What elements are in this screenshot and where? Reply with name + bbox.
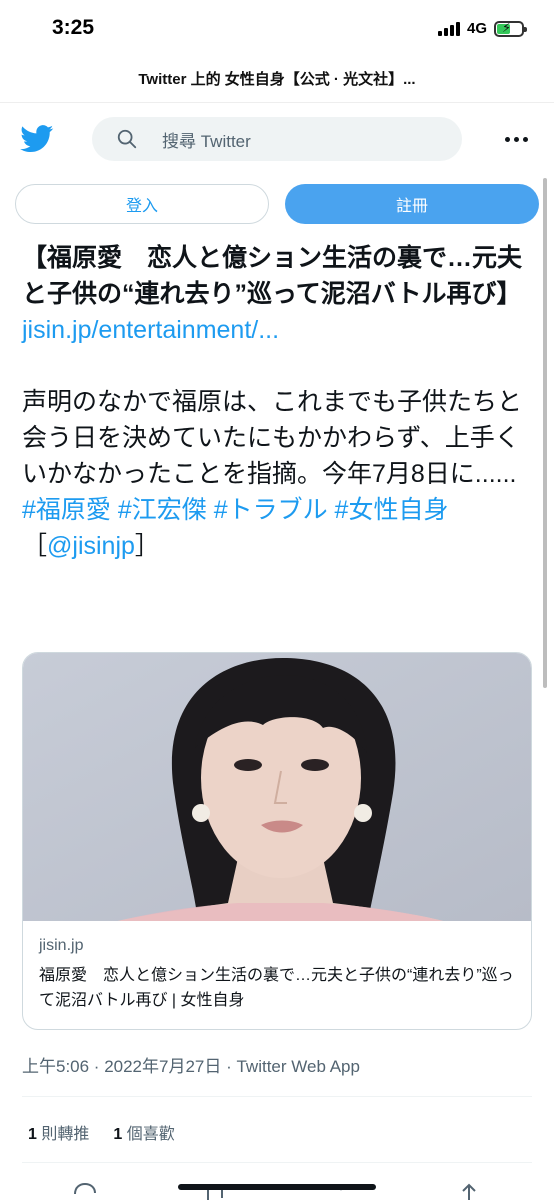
tweet-mention[interactable]: @jisinjp [47, 532, 135, 560]
twitter-header: 搜尋 Twitter [0, 102, 554, 170]
status-icons: 4G ⚡ [437, 20, 527, 37]
bracket-open: ［ [22, 532, 48, 560]
status-time: 3:25 [52, 16, 95, 39]
twitter-bird-icon[interactable] [20, 125, 54, 153]
tweet-stats: 1 則轉推 1 個喜歡 [28, 1120, 175, 1144]
likes-count: 1 [113, 1126, 123, 1143]
retweets-count: 1 [28, 1126, 37, 1143]
likes-stat[interactable]: 1 個喜歡 [113, 1120, 174, 1144]
card-title: 福原愛 恋人と億ション生活の裏で…元夫と子供の“連れ去り”巡って泥沼バトル再び … [39, 967, 514, 1009]
tweet-link[interactable]: jisin.jp/entertainment/... [22, 312, 532, 348]
tweet-timestamp[interactable]: 上午5:06 · 2022年7月27日 · Twitter Web App [22, 1052, 360, 1077]
cellular-signal-icon [437, 21, 460, 36]
divider [22, 1162, 532, 1163]
card-photo [23, 653, 531, 921]
more-options-icon[interactable] [505, 137, 528, 142]
network-type: 4G [466, 20, 487, 37]
tweet-body: 声明のなかで福原は、これまでも子供たちと会う日を決めていたにもかかわらず、上手く… [22, 388, 523, 488]
status-bar: 3:25 4G ⚡ [0, 0, 554, 62]
reply-icon[interactable] [72, 1182, 98, 1200]
login-button[interactable]: 登入 [15, 184, 269, 224]
card-domain: jisin.jp [39, 937, 84, 954]
divider [22, 1096, 532, 1097]
link-preview-card[interactable]: jisin.jp 福原愛 恋人と億ション生活の裏で…元夫と子供の“連れ去り”巡っ… [22, 652, 532, 1030]
search-icon [117, 129, 137, 149]
retweets-stat[interactable]: 1 則轉推 [28, 1120, 89, 1144]
bracket-close: ］ [134, 532, 160, 560]
search-bar[interactable]: 搜尋 Twitter [92, 117, 462, 161]
home-indicator [178, 1184, 376, 1190]
tweet-headline: 【福原愛 恋人と億ション生活の裏で…元夫と子供の“連れ去り”巡って泥沼バトル再び… [22, 244, 523, 308]
likes-label: 個喜歡 [126, 1126, 175, 1143]
page-title: Twitter 上的 女性自身【公式 · 光文社】... [138, 71, 416, 88]
tweet-content: 【福原愛 恋人と億ション生活の裏で…元夫と子供の“連れ去り”巡って泥沼バトル再び… [22, 240, 532, 564]
share-icon[interactable] [456, 1182, 482, 1200]
scrollbar[interactable] [543, 178, 547, 688]
retweets-label: 則轉推 [41, 1126, 90, 1143]
tweet-hashtags[interactable]: #福原愛 #江宏傑 #トラブル #女性自身 [22, 492, 532, 528]
tweet-mention-line: ［@jisinjp］ [22, 528, 532, 564]
battery-charging-icon: ⚡ [494, 20, 527, 37]
search-placeholder: 搜尋 Twitter [162, 131, 251, 151]
signup-button[interactable]: 註冊 [285, 184, 539, 224]
